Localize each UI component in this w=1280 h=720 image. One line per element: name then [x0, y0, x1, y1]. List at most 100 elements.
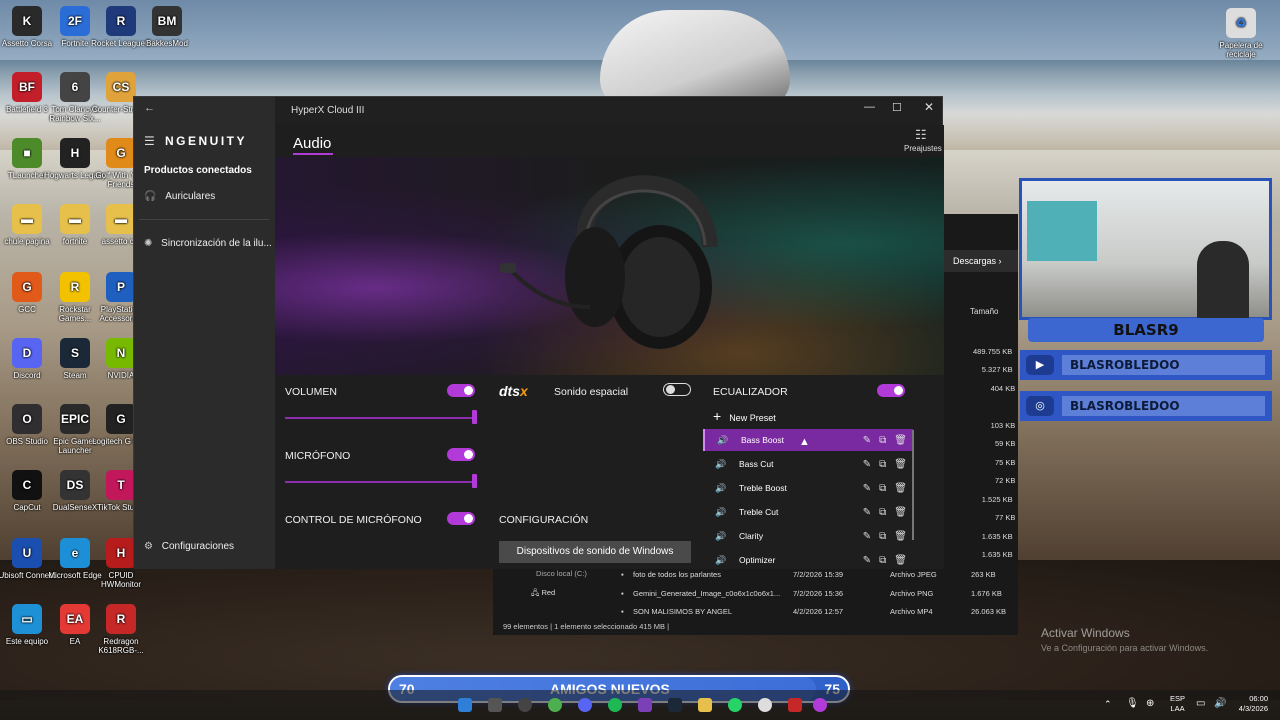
chrome-taskbar-icon[interactable]: [548, 698, 562, 712]
volume-toggle[interactable]: [447, 384, 475, 397]
network-tray-icon[interactable]: ⊕: [1146, 698, 1154, 709]
mic-control-toggle[interactable]: [447, 512, 475, 525]
mouse-cursor-icon: ▲: [799, 436, 810, 448]
file-type: Archivo PNG: [890, 588, 934, 598]
display-tray-icon[interactable]: ▭: [1196, 698, 1205, 709]
folder-taskbar-icon[interactable]: [698, 698, 712, 712]
obs-taskbar-icon[interactable]: [518, 698, 532, 712]
region-code: LAA: [1170, 704, 1185, 713]
discord-taskbar-icon[interactable]: [578, 698, 592, 712]
steam-taskbar-icon[interactable]: [668, 698, 682, 712]
file-explorer-bottom: Disco local (C:) 🖧 Red ▪ foto de todos lo…: [493, 565, 1018, 635]
edit-icon[interactable]: ✎: [863, 555, 871, 566]
copy-icon[interactable]: ⧉: [879, 435, 886, 446]
copy-icon[interactable]: ⧉: [879, 531, 886, 542]
trash-icon[interactable]: 🗑: [894, 459, 907, 470]
clock[interactable]: 06:00 4/3/2026: [1234, 694, 1268, 714]
hamburger-menu-icon[interactable]: ☰: [144, 134, 155, 148]
edit-icon[interactable]: ✎: [863, 483, 871, 494]
equalizer-label: ECUALIZADOR: [713, 386, 788, 398]
trash-icon[interactable]: 🗑: [894, 507, 907, 518]
app-icon: G: [12, 272, 42, 302]
app-icon: T: [106, 470, 136, 500]
webcam-overlay: [1019, 178, 1272, 320]
breadcrumb[interactable]: Descargas ›: [943, 250, 1018, 272]
dts-logo: dtsx: [499, 383, 528, 399]
back-arrow-icon[interactable]: ←: [144, 102, 155, 114]
app3-taskbar-icon[interactable]: [788, 698, 802, 712]
tray-chevron-icon[interactable]: ⌃: [1104, 699, 1112, 710]
volume-slider[interactable]: [285, 417, 475, 419]
volume-slider-handle[interactable]: [472, 410, 477, 424]
copy-icon[interactable]: ⧉: [879, 459, 886, 470]
copy-icon[interactable]: ⧉: [879, 555, 886, 566]
social-instagram: ◎ BLASROBLEDOO: [1020, 391, 1272, 421]
minimize-icon[interactable]: —: [864, 101, 875, 113]
file-name: foto de todos los parlantes: [633, 570, 721, 579]
eq-preset-row[interactable]: 🔊 Bass Cut ✎ ⧉ 🗑: [703, 453, 913, 475]
edit-icon[interactable]: ✎: [863, 507, 871, 518]
file-date: 4/2/2026 12:57: [793, 607, 844, 616]
trash-icon[interactable]: 🗑: [894, 555, 907, 566]
spotify-taskbar-icon[interactable]: [608, 698, 622, 712]
task-view-icon[interactable]: [488, 698, 502, 712]
eq-preset-row[interactable]: 🔊 Clarity ✎ ⧉ 🗑: [703, 525, 913, 547]
ngenuity-taskbar-icon[interactable]: [813, 698, 827, 712]
eq-preset-name: Clarity: [739, 531, 764, 541]
copy-icon[interactable]: ⧉: [879, 483, 886, 494]
file-row[interactable]: ▪ Gemini_Generated_Image_c0o6x1c0o6x1... 7…: [493, 589, 1018, 603]
sidebar-item-label: Auriculares: [165, 191, 216, 202]
new-preset-button[interactable]: + New Preset: [713, 408, 776, 424]
maximize-icon[interactable]: ☐: [892, 101, 902, 114]
copy-icon[interactable]: ⧉: [879, 507, 886, 518]
file-size: 1.635 KB: [981, 550, 1013, 559]
windows-sound-devices-button[interactable]: Dispositivos de sonido de Windows: [499, 541, 691, 563]
presets-sliders-icon[interactable]: ☷: [915, 127, 927, 143]
spatial-sound-toggle[interactable]: [663, 383, 691, 396]
app-icon: U: [12, 538, 42, 568]
language-indicator[interactable]: ESP LAA: [1170, 694, 1185, 714]
app-icon: P: [106, 272, 136, 302]
recycle-bin[interactable]: ♻ Papelera de reciclaje: [1210, 8, 1272, 59]
file-icon: ▪: [621, 570, 624, 579]
speaker-icon: 🔊: [715, 458, 727, 469]
eq-preset-name: Optimizer: [739, 555, 776, 565]
status-bar: 99 elementos | 1 elemento seleccionado 4…: [503, 622, 670, 631]
app-icon: EPIC: [60, 404, 90, 434]
trash-icon[interactable]: 🗑: [894, 531, 907, 542]
app-icon: O: [12, 404, 42, 434]
eq-preset-row[interactable]: 🔊 Optimizer ✎ ⧉ 🗑: [703, 549, 913, 569]
file-icon: ▪: [621, 588, 624, 598]
desktop-icon[interactable]: R Redragon K618RGB-...: [90, 604, 152, 655]
equalizer-toggle[interactable]: [877, 384, 905, 397]
start-icon[interactable]: [458, 698, 472, 712]
edit-icon[interactable]: ✎: [863, 459, 871, 470]
close-icon[interactable]: ✕: [924, 100, 934, 114]
volume-tray-icon[interactable]: 🔊: [1214, 698, 1226, 709]
eq-preset-list: 🔊 Bass Boost ✎ ⧉ 🗑 🔊 Bass Cut ✎ ⧉ 🗑 🔊 Treble Boost ✎…: [703, 427, 915, 569]
mic-toggle[interactable]: [447, 448, 475, 461]
mic-slider-handle[interactable]: [472, 474, 477, 488]
trash-icon[interactable]: 🗑: [894, 435, 907, 446]
app-icon: DS: [60, 470, 90, 500]
file-size: 5.327 KB: [981, 365, 1013, 374]
eq-preset-row[interactable]: 🔊 Treble Boost ✎ ⧉ 🗑: [703, 477, 913, 499]
sidebar-item-light-sync[interactable]: ✺ Sincronización de la ilu...: [144, 238, 272, 249]
file-row[interactable]: ▪ SON MALISIMOS BY ANGEL 4/2/2026 12:57 Arc…: [493, 607, 1018, 621]
app-icon: ▭: [12, 604, 42, 634]
whatsapp-taskbar-icon[interactable]: [728, 698, 742, 712]
edit-icon[interactable]: ✎: [863, 531, 871, 542]
edit-icon[interactable]: ✎: [863, 435, 871, 446]
desktop-icon[interactable]: BM BakkesMod: [136, 6, 198, 48]
app2-taskbar-icon[interactable]: [758, 698, 772, 712]
size-column-header[interactable]: Tamaño: [970, 307, 998, 316]
sidebar-item-headset[interactable]: 🎧 Auriculares: [144, 191, 215, 202]
mic-tray-icon[interactable]: 🎙: [1126, 698, 1139, 709]
mic-slider[interactable]: [285, 481, 475, 483]
eq-scrollbar[interactable]: [912, 430, 914, 540]
sidebar-item-settings[interactable]: ⚙ Configuraciones: [144, 541, 234, 552]
trash-icon[interactable]: 🗑: [894, 483, 907, 494]
eq-preset-row[interactable]: 🔊 Treble Cut ✎ ⧉ 🗑: [703, 501, 913, 523]
app-taskbar-icon[interactable]: [638, 698, 652, 712]
file-row[interactable]: ▪ foto de todos los parlantes 7/2/2026 15:…: [493, 570, 1018, 584]
